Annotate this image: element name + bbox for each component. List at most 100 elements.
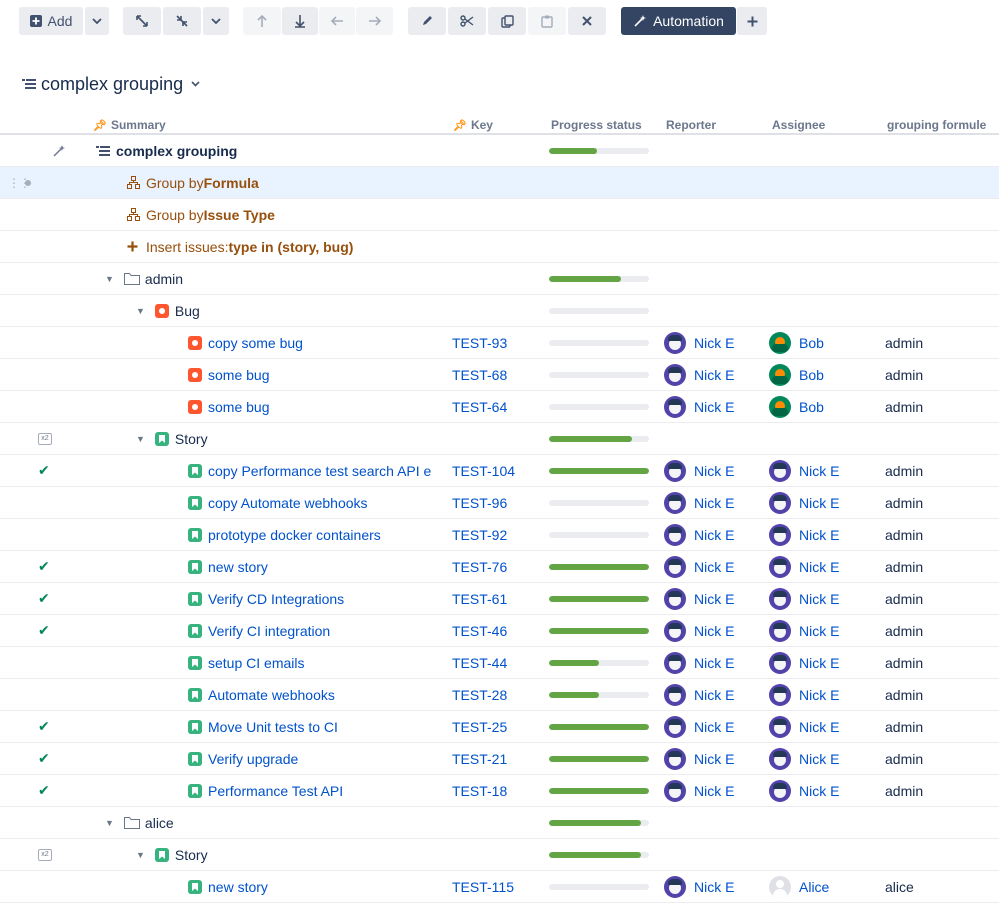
reporter-cell[interactable]: Nick E — [664, 583, 734, 614]
assignee-cell[interactable]: Bob — [769, 391, 824, 422]
reporter-cell[interactable]: Nick E — [664, 711, 734, 742]
issue-summary-link[interactable]: some bug — [208, 399, 269, 415]
issue-key[interactable]: TEST-25 — [452, 711, 507, 742]
edit-button[interactable] — [408, 7, 446, 35]
issue-summary[interactable]: Verify CD Integrations — [188, 583, 344, 614]
issue-summary[interactable]: copy Performance test search API e — [188, 455, 431, 486]
assignee-name[interactable]: Nick E — [799, 623, 839, 639]
reporter-cell[interactable]: Nick E — [664, 519, 734, 550]
issue-key[interactable]: TEST-92 — [452, 519, 507, 550]
expand-dropdown-button[interactable] — [203, 7, 229, 35]
assignee-name[interactable]: Nick E — [799, 559, 839, 575]
issue-summary[interactable]: setup CI emails — [188, 647, 304, 678]
assignee-name[interactable]: Bob — [799, 399, 824, 415]
group-row-admin[interactable]: ▼ admin — [0, 263, 999, 295]
reporter-name[interactable]: Nick E — [694, 623, 734, 639]
issue-row[interactable]: new story TEST-115 Nick E Alice alice — [0, 871, 999, 903]
caret-down-icon[interactable]: ▼ — [136, 850, 145, 860]
reporter-cell[interactable]: Nick E — [664, 647, 734, 678]
issue-key-link[interactable]: TEST-44 — [452, 655, 507, 671]
column-progress[interactable]: Progress status — [551, 118, 642, 132]
assignee-name[interactable]: Nick E — [799, 751, 839, 767]
issue-key-link[interactable]: TEST-68 — [452, 367, 507, 383]
move-up-button[interactable] — [243, 7, 281, 35]
issue-row[interactable]: ✔ copy Performance test search API e TEST-… — [0, 455, 999, 487]
assignee-name[interactable]: Alice — [799, 879, 829, 895]
cut-button[interactable] — [448, 7, 486, 35]
caret-down-icon[interactable]: ▼ — [105, 818, 114, 828]
assignee-cell[interactable]: Nick E — [769, 583, 839, 614]
issue-summary[interactable]: prototype docker containers — [188, 519, 381, 550]
reporter-name[interactable]: Nick E — [694, 335, 734, 351]
assignee-cell[interactable]: Nick E — [769, 519, 839, 550]
structure-selector[interactable]: complex grouping — [22, 70, 200, 98]
move-right-button[interactable] — [356, 7, 393, 35]
reporter-name[interactable]: Nick E — [694, 783, 734, 799]
root-row[interactable]: complex grouping — [0, 135, 999, 167]
group-summary[interactable]: ▼ alice — [105, 807, 174, 838]
reporter-cell[interactable]: Nick E — [664, 615, 734, 646]
issue-row[interactable]: ✔ Verify CI integration TEST-46 Nick E Nick … — [0, 615, 999, 647]
issue-key[interactable]: TEST-46 — [452, 615, 507, 646]
group-summary[interactable]: ▼ Story — [136, 839, 208, 870]
issue-summary[interactable]: some bug — [188, 359, 269, 390]
issue-key[interactable]: TEST-68 — [452, 359, 507, 390]
issue-key[interactable]: TEST-93 — [452, 327, 507, 358]
issue-key[interactable]: TEST-18 — [452, 775, 507, 806]
issue-summary[interactable]: Automate webhooks — [188, 679, 335, 710]
assignee-cell[interactable]: Nick E — [769, 647, 839, 678]
paste-button[interactable] — [528, 7, 566, 35]
issue-summary-link[interactable]: Move Unit tests to CI — [208, 719, 338, 735]
add-dropdown-button[interactable] — [85, 7, 109, 35]
issue-row[interactable]: ✔ Verify CD Integrations TEST-61 Nick E Nick… — [0, 583, 999, 615]
reporter-cell[interactable]: Nick E — [664, 359, 734, 390]
reporter-cell[interactable]: Nick E — [664, 391, 734, 422]
group-row-alice-story[interactable]: x2 ▼ Story — [0, 839, 999, 871]
move-left-button[interactable] — [319, 7, 355, 35]
issue-summary[interactable]: copy Automate webhooks — [188, 487, 368, 518]
issue-key-link[interactable]: TEST-28 — [452, 687, 507, 703]
issue-summary-link[interactable]: copy Automate webhooks — [208, 495, 368, 511]
issue-key[interactable]: TEST-44 — [452, 647, 507, 678]
column-assignee[interactable]: Assignee — [772, 118, 825, 132]
reporter-cell[interactable]: Nick E — [664, 775, 734, 806]
issue-summary-link[interactable]: Verify CI integration — [208, 623, 330, 639]
caret-down-icon[interactable]: ▼ — [136, 434, 145, 444]
reporter-name[interactable]: Nick E — [694, 719, 734, 735]
column-summary[interactable]: 📌︎ Summary — [93, 118, 166, 132]
copy-button[interactable] — [488, 7, 526, 35]
issue-summary[interactable]: new story — [188, 551, 268, 582]
caret-down-icon[interactable]: ▼ — [105, 274, 114, 284]
assignee-name[interactable]: Bob — [799, 335, 824, 351]
issue-summary[interactable]: Verify upgrade — [188, 743, 298, 774]
issue-key-link[interactable]: TEST-93 — [452, 335, 507, 351]
assignee-name[interactable]: Nick E — [799, 591, 839, 607]
add-button[interactable]: Add — [19, 7, 83, 35]
issue-row[interactable]: ✔ Move Unit tests to CI TEST-25 Nick E Nick … — [0, 711, 999, 743]
root-summary[interactable]: complex grouping — [96, 135, 237, 166]
issue-summary-link[interactable]: Verify CD Integrations — [208, 591, 344, 607]
issue-key-link[interactable]: TEST-61 — [452, 591, 507, 607]
reporter-name[interactable]: Nick E — [694, 495, 734, 511]
issue-key-link[interactable]: TEST-76 — [452, 559, 507, 575]
column-grouping-formula[interactable]: grouping formule — [887, 118, 986, 132]
generator-row-group-formula[interactable]: ⋮⋮ Group by Formula — [0, 167, 999, 199]
issue-summary[interactable]: copy some bug — [188, 327, 303, 358]
assignee-name[interactable]: Nick E — [799, 687, 839, 703]
assignee-name[interactable]: Nick E — [799, 655, 839, 671]
group-row-alice[interactable]: ▼ alice — [0, 807, 999, 839]
reporter-name[interactable]: Nick E — [694, 399, 734, 415]
issue-key-link[interactable]: TEST-96 — [452, 495, 507, 511]
issue-key[interactable]: TEST-104 — [452, 455, 515, 486]
generator-summary[interactable]: Insert issues: type in (story, bug) — [127, 231, 353, 262]
assignee-name[interactable]: Nick E — [799, 719, 839, 735]
caret-down-icon[interactable]: ▼ — [136, 306, 145, 316]
reporter-name[interactable]: Nick E — [694, 879, 734, 895]
delete-button[interactable] — [568, 7, 606, 35]
generator-summary[interactable]: Group by Formula — [127, 167, 259, 198]
column-reporter[interactable]: Reporter — [666, 118, 716, 132]
issue-key-link[interactable]: TEST-104 — [452, 463, 515, 479]
reporter-cell[interactable]: Nick E — [664, 679, 734, 710]
assignee-cell[interactable]: Bob — [769, 327, 824, 358]
reporter-name[interactable]: Nick E — [694, 527, 734, 543]
